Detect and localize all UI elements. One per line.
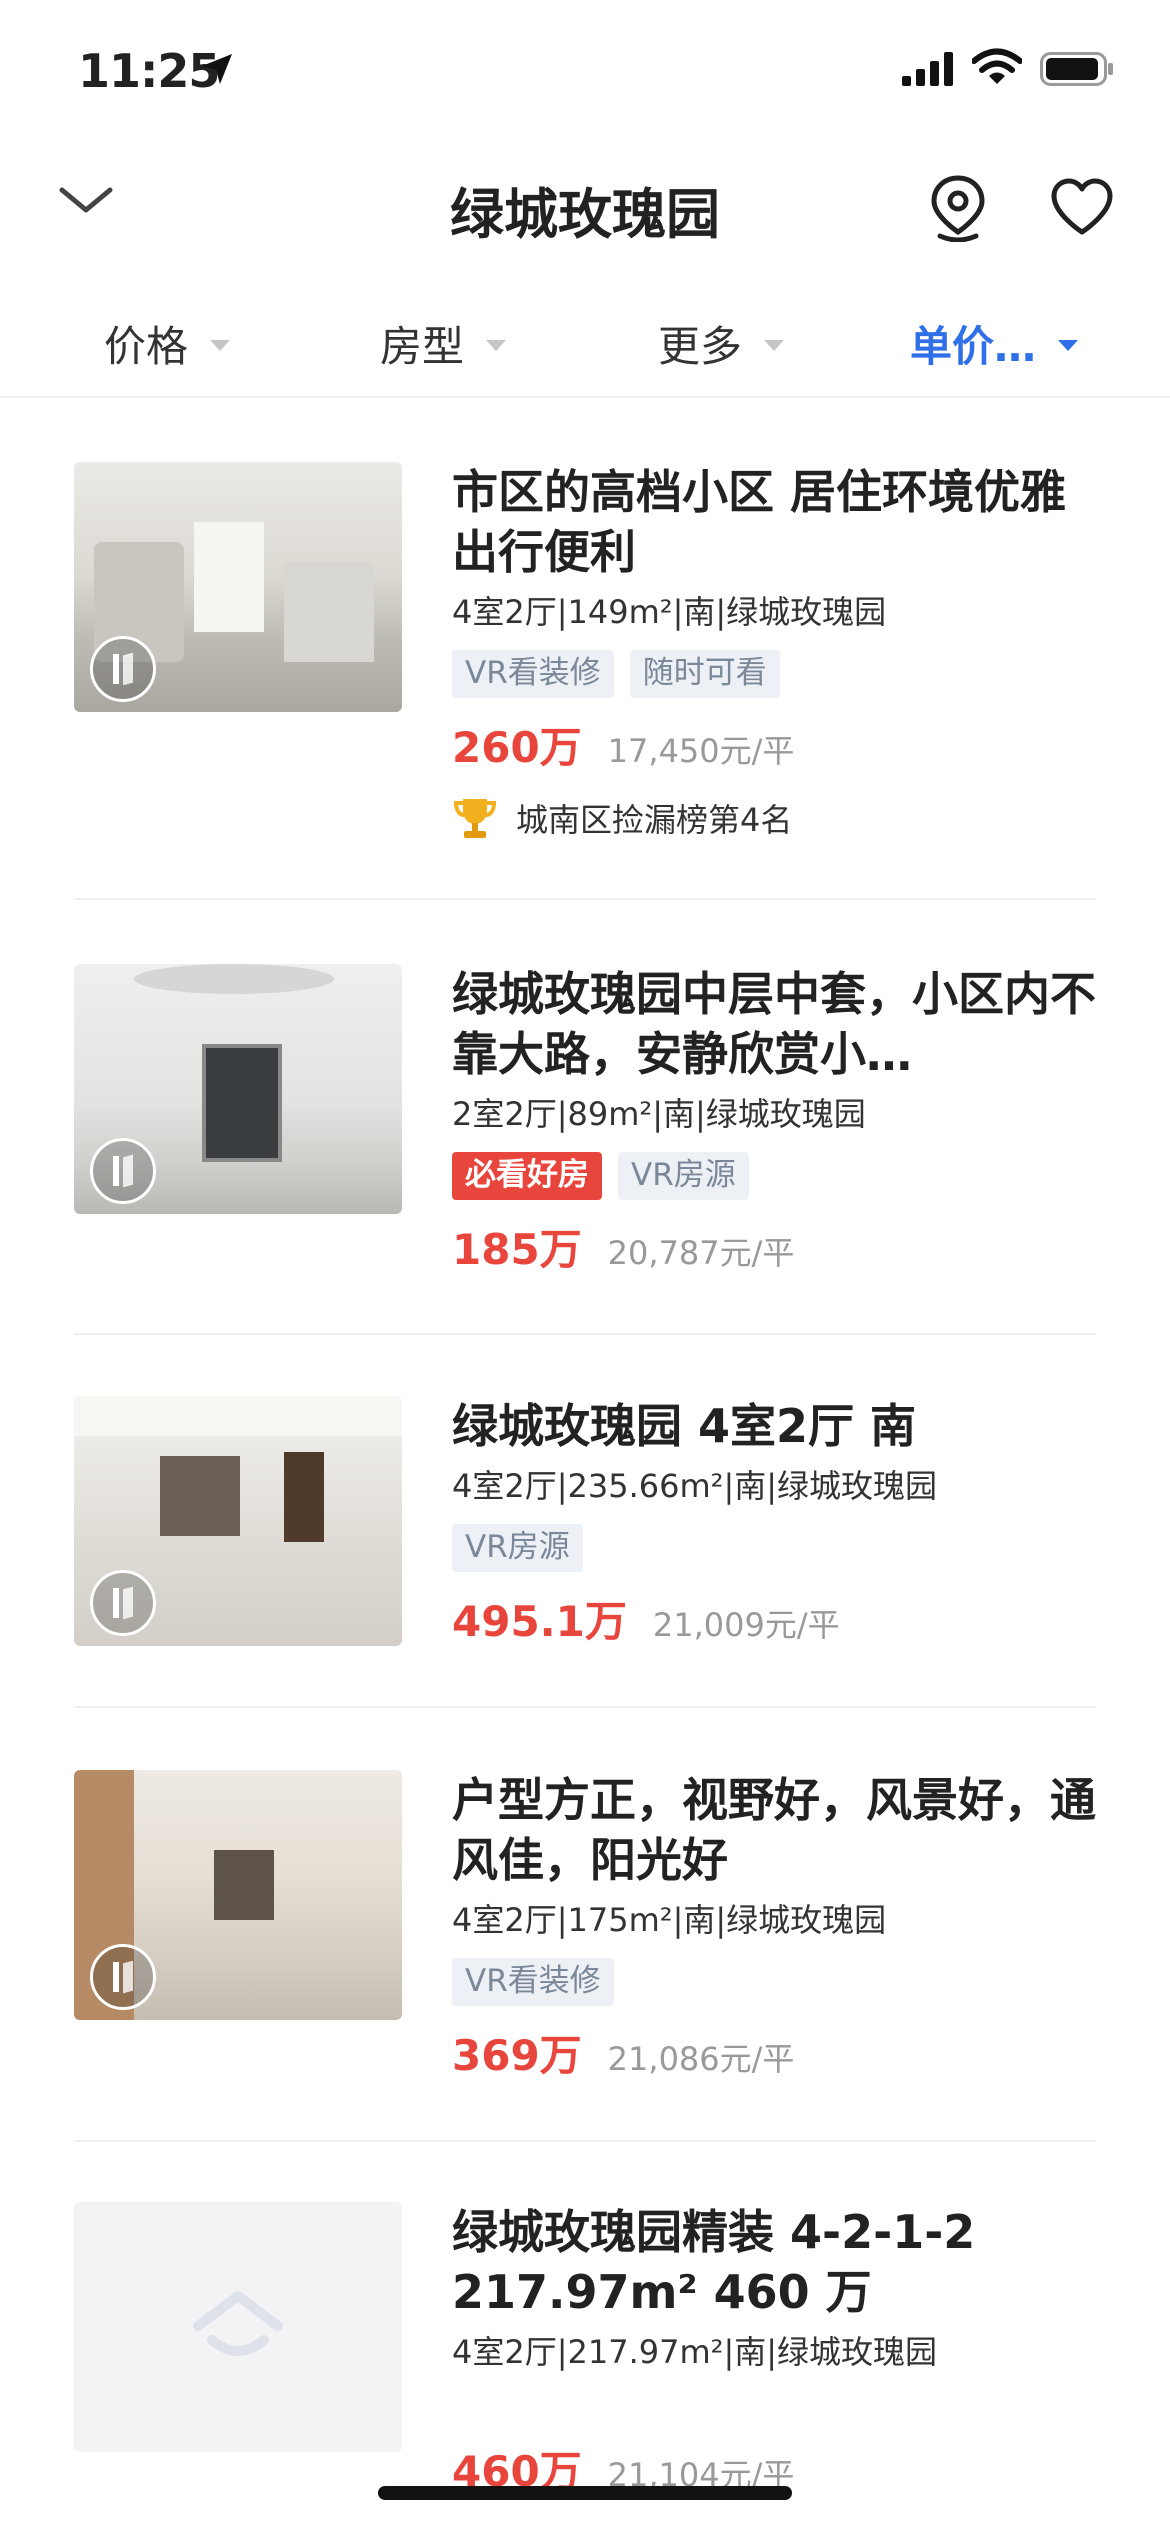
ranking-badge[interactable]: 城南区捡漏榜第4名 [452, 795, 1096, 841]
listing-meta: 4室2厅|175m²|南|绿城玫瑰园 [452, 1901, 887, 1939]
divider [74, 898, 1096, 900]
filter-unit-price-label: 单价… [910, 321, 1037, 371]
listing-title: 市区的高档小区 居住环境优雅出行便利 [452, 465, 1067, 579]
listing-unit-price: 17,450元/平 [607, 732, 795, 770]
listing-unit-price: 21,009元/平 [652, 1606, 840, 1644]
divider [74, 1333, 1096, 1335]
listing-photo [74, 964, 402, 1214]
listing-meta: 4室2厅|149m²|南|绿城玫瑰园 [452, 593, 887, 631]
dropdown-triangle-icon [210, 339, 231, 351]
filter-unit-price[interactable]: 单价… [910, 308, 1079, 378]
listing-title: 户型方正，视野好，风景好，通风佳，阳光好 [452, 1773, 1096, 1887]
vr-badge-icon [90, 1138, 156, 1204]
listing-price: 185万 [452, 1225, 582, 1274]
status-time: 11:25 [78, 44, 220, 98]
listing-price: 369万 [452, 2031, 582, 2080]
filter-price-label: 价格 [104, 321, 189, 371]
vr-badge-icon [90, 636, 156, 702]
ranking-text: 城南区捡漏榜第4名 [516, 801, 793, 839]
filter-layout-label: 房型 [380, 321, 465, 371]
placeholder-logo-icon [193, 2291, 283, 2356]
listing-title: 绿城玫瑰园中层中套，小区内不靠大路，安静欣赏小… [452, 967, 1096, 1081]
listing-title: 绿城玫瑰园 4室2厅 南 [452, 1399, 917, 1453]
wifi-icon [972, 48, 1022, 84]
vr-badge-icon [90, 1570, 156, 1636]
filter-price[interactable]: 价格 [104, 308, 231, 378]
dropdown-triangle-icon [486, 339, 507, 351]
listing-unit-price: 20,787元/平 [607, 1234, 795, 1272]
listing-photo [74, 462, 402, 712]
vr-badge-icon [90, 1944, 156, 2010]
listing-tag: VR房源 [618, 1152, 749, 1200]
listing-price: 495.1万 [452, 1597, 627, 1646]
battery-icon [1040, 52, 1113, 86]
dropdown-triangle-icon [1058, 339, 1079, 351]
listing-meta: 4室2厅|217.97m²|南|绿城玫瑰园 [452, 2333, 938, 2371]
listing-tag: VR看装修 [452, 1958, 614, 2006]
filter-layout[interactable]: 房型 [380, 308, 507, 378]
divider [74, 2140, 1096, 2142]
listing-tag: 随时可看 [629, 650, 780, 698]
listing-meta: 4室2厅|235.66m²|南|绿城玫瑰园 [452, 1467, 938, 1505]
listing-title: 绿城玫瑰园精装 4-2-1-2 217.97m² 460 万 [452, 2205, 976, 2319]
listing-tag: VR看装修 [452, 650, 614, 698]
listing-meta: 2室2厅|89m²|南|绿城玫瑰园 [452, 1095, 866, 1133]
dropdown-triangle-icon [764, 339, 785, 351]
divider [74, 1706, 1096, 1708]
listing-tag-highlight: 必看好房 [452, 1152, 602, 1200]
filter-more[interactable]: 更多 [658, 308, 785, 378]
location-arrow-icon [202, 54, 232, 84]
filter-more-label: 更多 [658, 321, 743, 371]
listing-photo-placeholder [74, 2202, 402, 2452]
listing-photo [74, 1770, 402, 2020]
home-indicator[interactable] [378, 2486, 792, 2500]
trophy-icon [453, 799, 497, 838]
filter-bar: 价格 房型 更多 单价… [0, 300, 1170, 398]
listing-price: 260万 [452, 723, 582, 772]
cellular-signal-icon [902, 52, 953, 86]
listing-tag: VR房源 [452, 1524, 583, 1572]
heart-icon[interactable] [1050, 178, 1114, 236]
page-title: 绿城玫瑰园 [450, 183, 720, 246]
listing-unit-price: 21,086元/平 [607, 2040, 795, 2078]
listing-photo [74, 1396, 402, 1646]
map-pin-icon[interactable] [928, 174, 988, 242]
status-bar: 11:25 [0, 0, 1170, 150]
